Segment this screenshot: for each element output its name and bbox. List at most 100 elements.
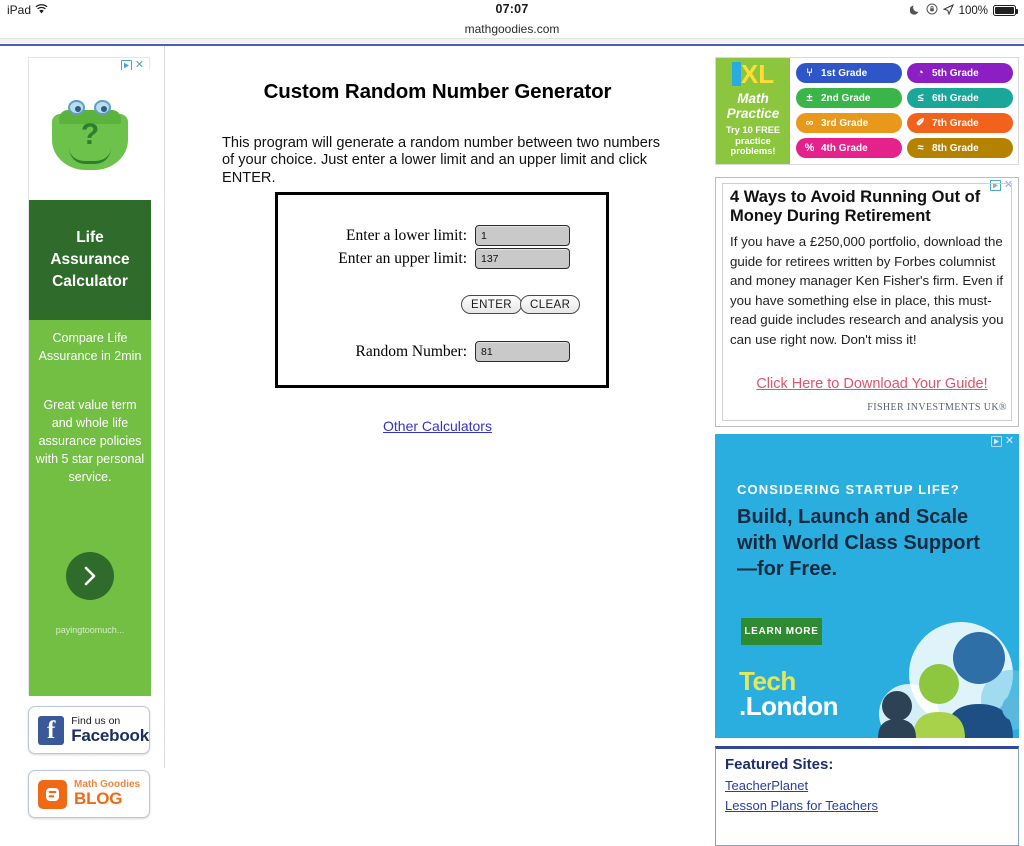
tech-logo-line2: .London xyxy=(739,691,839,721)
tech-london-illustration xyxy=(878,622,1019,738)
retirement-ad-body: If you have a £250,000 portfolio, downlo… xyxy=(730,234,1004,347)
close-x-icon[interactable]: ✕ xyxy=(1004,436,1015,447)
grade-symbol-icon: ⑂ xyxy=(806,66,813,79)
status-bar-clock: 07:07 xyxy=(495,2,529,16)
facebook-badge-small: Find us on xyxy=(71,714,121,727)
ixl-grade-pill-7th-grade[interactable]: ✐ 7th Grade xyxy=(907,113,1013,133)
featured-site-link-teacherplanet[interactable]: TeacherPlanet xyxy=(716,773,1018,793)
blog-badge-text: Math Goodies BLOG xyxy=(74,778,141,808)
grade-symbol-icon: ± xyxy=(806,91,813,104)
status-bar-right: 100% xyxy=(909,3,1019,18)
facebook-badge-text: Find us on Facebook xyxy=(71,714,149,745)
grade-symbol-icon: % xyxy=(804,141,815,154)
left-sidebar: ✕ ? Life Assurance Calculator Compare Li xyxy=(0,46,165,818)
ad-choices-controls[interactable]: ✕ xyxy=(991,436,1015,447)
ixl-grade-label: 7th Grade xyxy=(932,117,979,129)
random-number-row: Random Number: 81 xyxy=(278,341,612,362)
learn-more-button[interactable]: LEARN MORE xyxy=(741,618,822,645)
retirement-ad-headline: 4 Ways to Avoid Running Out of Money Dur… xyxy=(730,188,981,225)
ixl-grade-pill-4th-grade[interactable]: % 4th Grade xyxy=(796,138,902,158)
upper-limit-row: Enter an upper limit: 137 xyxy=(278,248,612,269)
rotation-lock-icon xyxy=(926,3,938,18)
lower-limit-row: Enter a lower limit: 1 xyxy=(278,225,612,246)
main-content: Custom Random Number Generator This prog… xyxy=(165,46,710,768)
featured-sites-box: Featured Sites: TeacherPlanet Lesson Pla… xyxy=(715,746,1019,846)
retirement-guide-ad[interactable]: ✕ 4 Ways to Avoid Running Out of Money D… xyxy=(715,177,1019,427)
tech-london-logo: Tech .London xyxy=(739,668,839,721)
featured-site-link-lesson-plans[interactable]: Lesson Plans for Teachers xyxy=(716,793,1018,813)
life-ad-title-line2: Assurance xyxy=(50,251,130,268)
life-ad-cta-button[interactable] xyxy=(66,552,114,600)
ixl-grade-label: 3rd Grade xyxy=(821,117,869,129)
intro-paragraph: This program will generate a random numb… xyxy=(222,134,661,186)
ixl-logo-xl: XL xyxy=(740,59,775,89)
other-calculators-link[interactable]: Other Calculators xyxy=(383,418,492,434)
random-number-label: Random Number: xyxy=(355,342,468,360)
ixl-grade-label: 2nd Grade xyxy=(821,92,871,104)
ixl-free-line2: practice xyxy=(735,135,771,146)
ixl-grade-label: 8th Grade xyxy=(932,142,979,154)
ixl-math-practice-ad[interactable]: XL Math Practice Try 10 FREE practice pr… xyxy=(715,57,1019,165)
ixl-free-offer: Try 10 FREE practice problems! xyxy=(726,125,780,157)
ixl-free-line1: Try 10 FREE xyxy=(725,125,781,135)
blogger-icon xyxy=(38,779,67,809)
retirement-ad-cta-link[interactable]: Click Here to Download Your Guide! xyxy=(742,376,1002,392)
tech-london-ad[interactable]: ✕ CONSIDERING STARTUP LIFE? Build, Launc… xyxy=(715,434,1019,738)
grade-symbol-icon: ✐ xyxy=(915,116,926,129)
featured-sites-title: Featured Sites: xyxy=(725,756,834,773)
adchoices-triangle-icon[interactable] xyxy=(991,436,1002,447)
life-ad-advertiser: payingtoomuch... xyxy=(55,625,125,635)
ixl-grade-label: 1st Grade xyxy=(821,67,868,79)
retirement-ad-advertiser: FISHER INVESTMENTS UK® xyxy=(867,402,1007,413)
life-ad-illustration: ? xyxy=(29,70,151,200)
ixl-grade-pill-3rd-grade[interactable]: ∞ 3rd Grade xyxy=(796,113,902,133)
ixl-tagline-line1: Math xyxy=(737,91,769,106)
ixl-grade-pill-2nd-grade[interactable]: ±2nd Grade xyxy=(796,88,902,108)
battery-full-icon xyxy=(993,5,1019,16)
page-title: Custom Random Number Generator xyxy=(263,79,612,103)
life-ad-title-line3: Calculator xyxy=(52,273,128,290)
grade-symbol-icon: ∞ xyxy=(805,116,814,129)
tech-ad-eyebrow: CONSIDERING STARTUP LIFE? xyxy=(737,482,960,497)
life-ad-body-text: Great value term and whole life assuranc… xyxy=(35,398,145,484)
life-ad-title-band: Life Assurance Calculator xyxy=(29,200,151,320)
facebook-badge[interactable]: f Find us on Facebook xyxy=(28,706,150,754)
ixl-grade-label: 5th Grade xyxy=(932,67,979,79)
random-number-generator-form: Enter a lower limit: 1 Enter an upper li… xyxy=(275,192,609,388)
blog-badge-small: Math Goodies xyxy=(74,778,141,790)
ixl-grade-pill-5th-grade[interactable]: ◔ 5th Grade xyxy=(907,63,1013,83)
ixl-logo: XL xyxy=(731,59,775,89)
ixl-grade-pill-1st-grade[interactable]: ⑂ 1st Grade xyxy=(796,63,902,83)
grade-symbol-icon: ≤ xyxy=(917,91,924,104)
ixl-ad-branding: XL Math Practice Try 10 FREE practice pr… xyxy=(716,58,790,164)
grade-symbol-icon: ◔ xyxy=(917,66,924,79)
ios-status-bar: iPad 07:07 100% xyxy=(0,0,1024,21)
browser-chrome-separator xyxy=(0,38,1024,43)
life-ad-body-panel: Compare Life Assurance in 2min Great val… xyxy=(29,320,151,696)
facebook-badge-big: Facebook xyxy=(71,725,149,745)
lower-limit-input[interactable]: 1 xyxy=(475,225,570,246)
math-goodies-blog-badge[interactable]: Math Goodies BLOG xyxy=(28,770,150,818)
chevron-right-icon xyxy=(82,566,98,586)
ixl-grade-pill-6th-grade[interactable]: ≤6th Grade xyxy=(907,88,1013,108)
life-ad-headline: Compare Life Assurance in 2min xyxy=(38,331,142,363)
upper-limit-label: Enter an upper limit: xyxy=(338,249,467,267)
tech-ad-headline: Build, Launch and Scale with World Class… xyxy=(737,506,980,580)
ixl-grade-label: 4th Grade xyxy=(821,142,868,154)
battery-percent-label: 100% xyxy=(958,4,988,17)
page-canvas: ✕ ? Life Assurance Calculator Compare Li xyxy=(0,46,1024,846)
clear-button[interactable]: CLEAR xyxy=(519,295,581,314)
location-arrow-icon xyxy=(942,3,954,18)
upper-limit-input[interactable]: 137 xyxy=(475,248,570,269)
browser-url-label[interactable]: mathgoodies.com xyxy=(0,21,1024,38)
enter-button[interactable]: ENTER xyxy=(461,295,522,314)
ixl-grade-grid: ⑂ 1st Grade ◔ 5th Grade ±2nd Grade ≤6th Grade… xyxy=(790,58,1018,164)
life-ad-title-line1: Life xyxy=(76,229,104,246)
ixl-grade-pill-8th-grade[interactable]: ≈8th Grade xyxy=(907,138,1013,158)
grade-symbol-icon: ≈ xyxy=(917,141,924,154)
right-sidebar: XL Math Practice Try 10 FREE practice pr… xyxy=(710,46,1024,846)
retirement-ad-frame: 4 Ways to Avoid Running Out of Money Dur… xyxy=(722,183,1012,421)
life-assurance-ad[interactable]: ✕ ? Life Assurance Calculator Compare Li xyxy=(28,57,151,696)
random-number-output[interactable]: 81 xyxy=(475,341,570,362)
green-purse-question-mark-icon: ? xyxy=(49,98,131,172)
